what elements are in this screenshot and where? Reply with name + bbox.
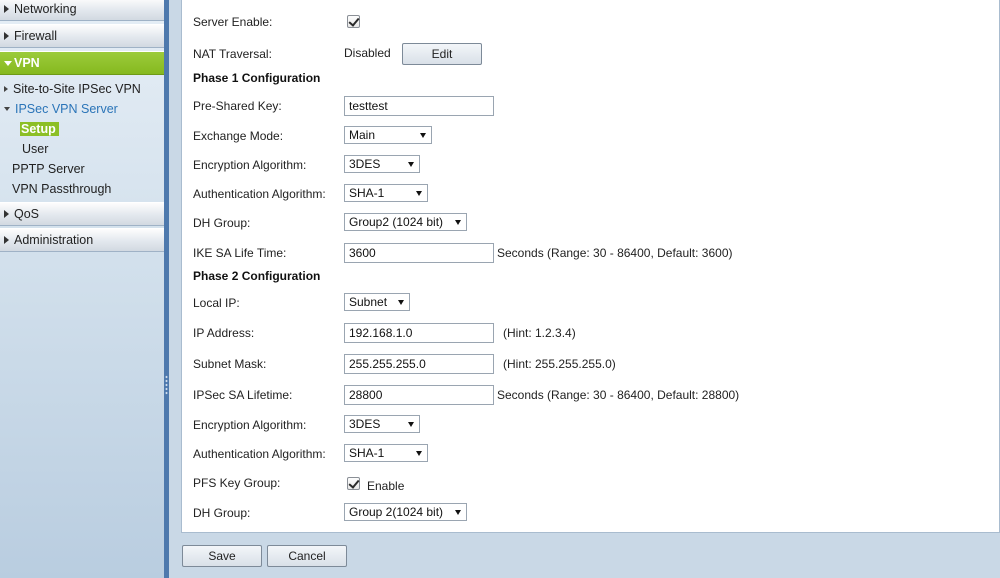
sidebar-item-site-to-site[interactable]: Site-to-Site IPSec VPN [4,82,141,96]
nat-traversal-label: NAT Traversal: [193,47,272,61]
dropdown-arrow-icon [416,191,422,196]
sidebar-item-user[interactable]: User [22,142,48,156]
ipsec-lifetime-label: IPSec SA Lifetime: [193,388,293,402]
menu-networking-label: Networking [14,2,77,16]
encryption2-select[interactable]: 3DES [344,415,420,433]
menu-firewall-label: Firewall [14,29,58,43]
sidebar-item-label: IPSec VPN Server [15,102,118,116]
dh2-value: Group 2(1024 bit) [349,505,444,519]
local-ip-label: Local IP: [193,296,240,310]
exchange-mode-select[interactable]: Main [344,126,432,144]
dh1-select[interactable]: Group2 (1024 bit) [344,213,467,231]
cancel-button[interactable]: Cancel [267,545,347,567]
phase2-title: Phase 2 Configuration [193,269,321,283]
menu-firewall[interactable]: Firewall [0,24,164,48]
sidebar-item-label: Site-to-Site IPSec VPN [13,82,141,96]
psk-label: Pre-Shared Key: [193,99,282,113]
dropdown-arrow-icon [455,510,461,515]
caret-down-icon [4,107,10,111]
sidebar-item-ipsec-server[interactable]: IPSec VPN Server [4,102,118,116]
edit-button[interactable]: Edit [402,43,482,65]
subnet-mask-input[interactable] [344,354,494,374]
menu-vpn[interactable]: VPN [0,51,164,75]
auth2-select[interactable]: SHA-1 [344,444,428,462]
auth1-select[interactable]: SHA-1 [344,184,428,202]
auth2-value: SHA-1 [349,446,385,460]
resize-grip-icon[interactable] [165,375,168,395]
dropdown-arrow-icon [416,451,422,456]
dropdown-arrow-icon [408,422,414,427]
auth1-value: SHA-1 [349,186,385,200]
nat-traversal-value: Disabled [344,46,391,60]
dropdown-arrow-icon [398,300,404,305]
dh1-label: DH Group: [193,216,251,230]
server-enable-label: Server Enable: [193,15,273,29]
auth1-label: Authentication Algorithm: [193,187,326,201]
psk-input[interactable] [344,96,494,116]
dh1-value: Group2 (1024 bit) [349,215,444,229]
dh2-label: DH Group: [193,506,251,520]
local-ip-select[interactable]: Subnet [344,293,410,311]
subnet-mask-label: Subnet Mask: [193,357,267,371]
encryption1-label: Encryption Algorithm: [193,158,307,172]
sidebar: Networking Firewall VPN Site-to-Site IPS… [0,0,164,578]
sidebar-item-pptp[interactable]: PPTP Server [12,162,85,176]
pfs-enable-label: Enable [367,479,405,493]
menu-vpn-label: VPN [14,56,40,70]
sidebar-item-passthrough[interactable]: VPN Passthrough [12,182,111,196]
encryption1-value: 3DES [349,157,381,171]
ike-life-input[interactable] [344,243,494,263]
encryption2-label: Encryption Algorithm: [193,418,307,432]
server-enable-checkbox[interactable] [347,15,360,28]
subnet-mask-hint: (Hint: 255.255.255.0) [503,357,616,371]
ip-address-input[interactable] [344,323,494,343]
exchange-mode-value: Main [349,128,376,142]
exchange-mode-label: Exchange Mode: [193,129,284,143]
menu-administration-label: Administration [14,233,94,247]
encryption1-select[interactable]: 3DES [344,155,420,173]
save-button[interactable]: Save [182,545,262,567]
caret-right-icon [4,32,9,40]
pfs-label: PFS Key Group: [193,476,281,490]
phase1-title: Phase 1 Configuration [193,71,321,85]
dropdown-arrow-icon [408,162,414,167]
pfs-enable-checkbox[interactable] [347,477,360,490]
dropdown-arrow-icon [420,133,426,138]
ip-address-hint: (Hint: 1.2.3.4) [503,326,576,340]
local-ip-value: Subnet [349,295,388,309]
caret-right-icon [4,5,9,13]
ipsec-lifetime-hint: Seconds (Range: 30 - 86400, Default: 288… [497,388,740,402]
ip-address-label: IP Address: [193,326,255,340]
menu-networking[interactable]: Networking [0,0,164,21]
caret-down-icon [4,61,12,66]
auth2-label: Authentication Algorithm: [193,447,326,461]
caret-right-icon [4,210,9,218]
sidebar-item-setup[interactable]: Setup [20,122,59,136]
ike-life-hint: Seconds (Range: 30 - 86400, Default: 360… [497,246,733,260]
dh2-select[interactable]: Group 2(1024 bit) [344,503,467,521]
menu-qos[interactable]: QoS [0,202,164,226]
caret-right-icon [4,236,9,244]
menu-qos-label: QoS [14,207,40,221]
dropdown-arrow-icon [455,220,461,225]
encryption2-value: 3DES [349,417,381,431]
ipsec-lifetime-input[interactable] [344,385,494,405]
menu-administration[interactable]: Administration [0,228,164,252]
ike-life-label: IKE SA Life Time: [193,246,287,260]
caret-right-icon [4,86,8,92]
